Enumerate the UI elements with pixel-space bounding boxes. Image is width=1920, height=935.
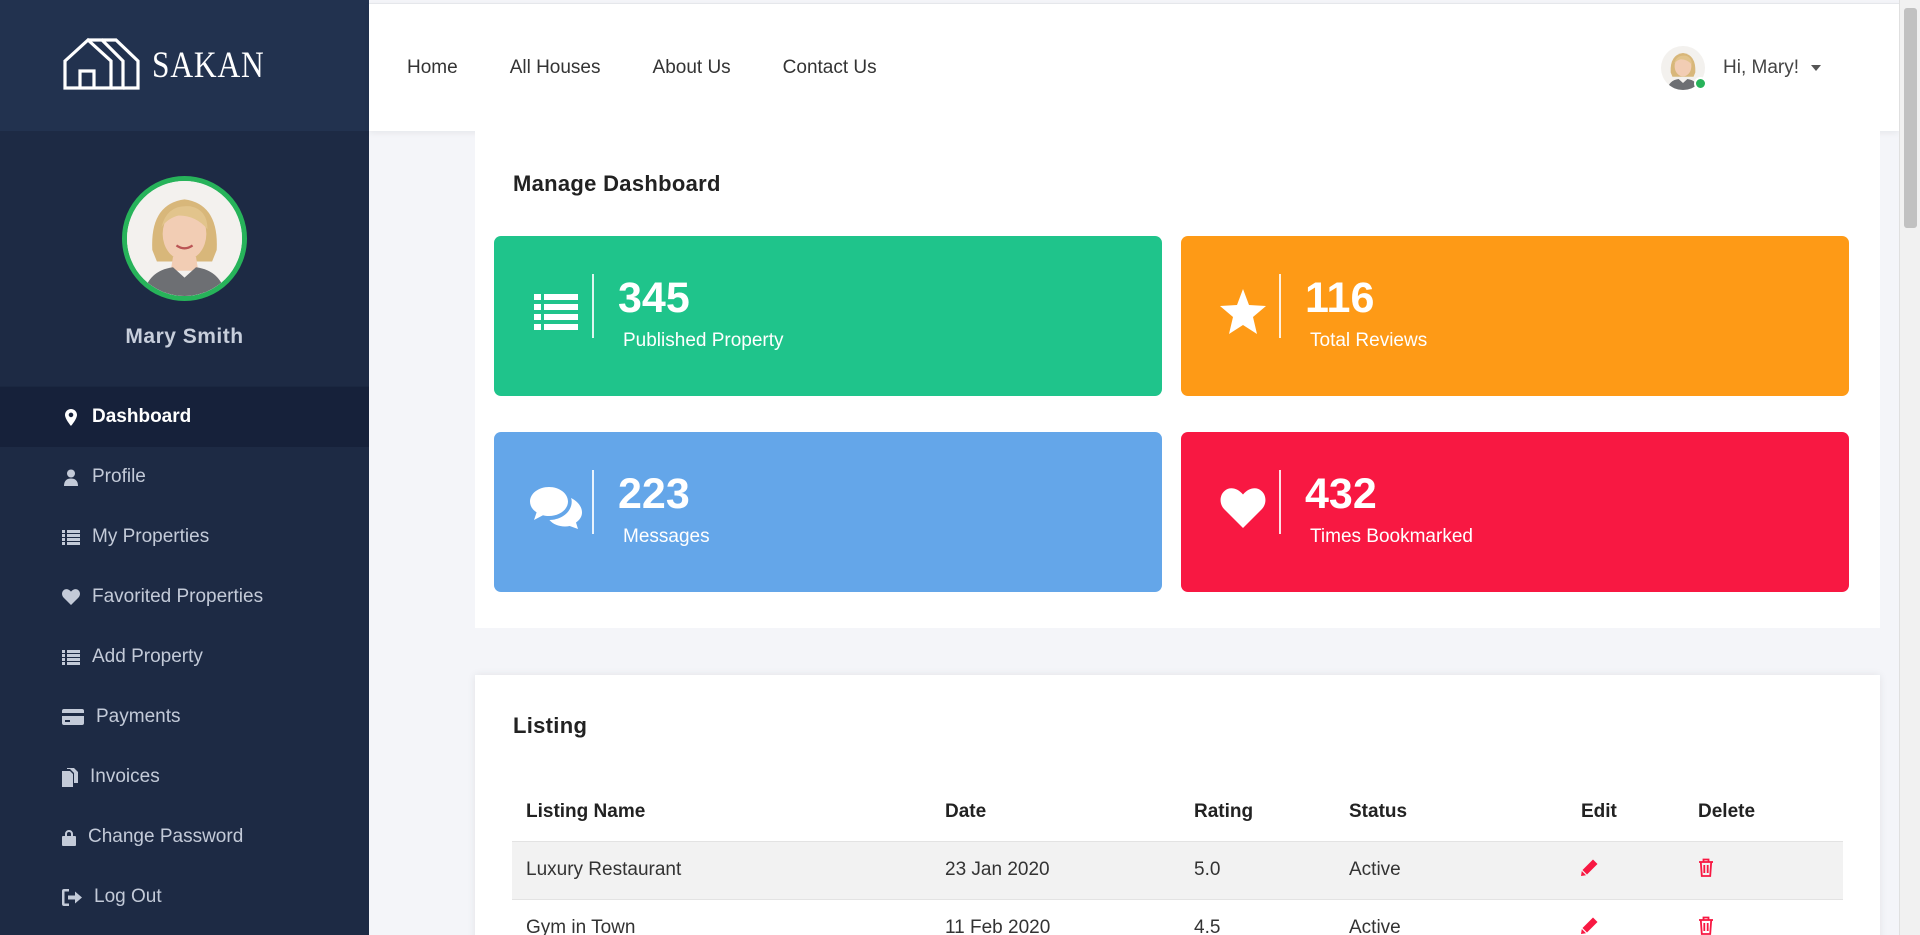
- sidebar: SAKAN Mary Smith Dashboard Profile My Pr…: [0, 0, 369, 935]
- sidebar-item-label: My Properties: [92, 526, 210, 547]
- listing-status: Active: [1335, 840, 1567, 900]
- sidebar-item-dashboard[interactable]: Dashboard: [0, 387, 369, 447]
- profile-card: Mary Smith: [0, 131, 369, 387]
- map-marker-icon: [62, 408, 80, 426]
- nav-link-home[interactable]: Home: [407, 57, 458, 79]
- user-greeting: Hi, Mary!: [1723, 57, 1799, 78]
- listing-rating: 5.0: [1180, 840, 1335, 900]
- listing-date: 11 Feb 2020: [945, 917, 1051, 935]
- sidebar-item-label: Profile: [92, 466, 146, 487]
- user-menu[interactable]: Hi, Mary!: [1661, 4, 1821, 132]
- table-row: Luxury Restaurant 23 Jan 2020 5.0 Active: [512, 840, 1843, 900]
- stat-card-published-property[interactable]: 345 Published Property: [494, 236, 1162, 396]
- table-row: Gym in Town 11 Feb 2020 4.5 Active: [512, 899, 1843, 935]
- brand-name: SAKAN: [152, 45, 265, 86]
- stat-divider: [592, 274, 594, 338]
- sidebar-item-favorited-properties[interactable]: Favorited Properties: [0, 567, 369, 627]
- listing-status: Active: [1349, 917, 1401, 935]
- nav-link-all-houses[interactable]: All Houses: [510, 57, 601, 79]
- trash-icon[interactable]: [1698, 858, 1714, 877]
- sign-out-icon: [62, 888, 82, 906]
- heart-icon: [1217, 482, 1269, 534]
- lock-icon: [62, 828, 76, 846]
- stat-value: 432: [1305, 470, 1377, 518]
- profile-name: Mary Smith: [125, 325, 244, 348]
- files-icon: [62, 767, 78, 787]
- column-header: Delete: [1698, 800, 1756, 822]
- sidebar-menu: Dashboard Profile My Properties Favorite…: [0, 387, 369, 927]
- credit-card-icon: [62, 708, 84, 726]
- stat-card-total-reviews[interactable]: 116 Total Reviews: [1181, 236, 1849, 396]
- column-header: Status: [1349, 800, 1408, 822]
- stat-label: Total Reviews: [1310, 330, 1428, 351]
- trash-icon[interactable]: [1698, 916, 1714, 935]
- sidebar-item-invoices[interactable]: Invoices: [0, 747, 369, 807]
- stat-value: 223: [618, 470, 690, 518]
- online-status-dot: [1694, 77, 1707, 90]
- sidebar-item-label: Change Password: [88, 826, 244, 847]
- pencil-icon[interactable]: [1581, 859, 1598, 876]
- column-header: Listing Name: [526, 800, 646, 822]
- stat-label: Published Property: [623, 330, 784, 351]
- list-icon: [62, 648, 80, 666]
- comments-icon: [530, 482, 582, 534]
- column-header: Date: [945, 800, 987, 822]
- listing-name: Luxury Restaurant: [512, 840, 931, 900]
- heart-icon: [62, 588, 80, 606]
- stat-label: Times Bookmarked: [1310, 526, 1473, 547]
- brand-logo[interactable]: SAKAN: [0, 0, 369, 131]
- sidebar-item-payments[interactable]: Payments: [0, 687, 369, 747]
- listing-date: 23 Jan 2020: [931, 840, 1180, 900]
- stat-card-messages[interactable]: 223 Messages: [494, 432, 1162, 592]
- avatar[interactable]: [122, 176, 247, 301]
- top-header: Home All Houses About Us Contact Us Hi, …: [369, 3, 1899, 131]
- sidebar-item-profile[interactable]: Profile: [0, 447, 369, 507]
- stat-value: 116: [1305, 274, 1375, 322]
- pencil-icon[interactable]: [1581, 917, 1598, 934]
- sidebar-item-label: Invoices: [90, 766, 160, 787]
- section-title: Listing: [513, 713, 588, 738]
- nav-link-about-us[interactable]: About Us: [653, 57, 731, 79]
- stat-value: 345: [618, 274, 690, 322]
- avatar[interactable]: [1661, 46, 1707, 90]
- listing-panel: Listing Listing Name Date Rating Status …: [475, 675, 1880, 935]
- sidebar-item-label: Payments: [96, 706, 181, 727]
- stat-card-times-bookmarked[interactable]: 432 Times Bookmarked: [1181, 432, 1849, 592]
- sidebar-item-log-out[interactable]: Log Out: [0, 867, 369, 927]
- listing-name: Gym in Town: [526, 917, 636, 935]
- stat-divider: [1279, 470, 1281, 534]
- sidebar-item-add-property[interactable]: Add Property: [0, 627, 369, 687]
- stat-label: Messages: [623, 526, 710, 547]
- sidebar-item-label: Favorited Properties: [92, 586, 264, 607]
- house-logo-icon: [62, 35, 142, 96]
- sidebar-item-change-password[interactable]: Change Password: [0, 807, 369, 867]
- column-header: Edit: [1581, 800, 1617, 822]
- scrollbar-thumb[interactable]: [1904, 8, 1917, 228]
- sidebar-item-label: Add Property: [92, 646, 203, 667]
- list-icon: [62, 528, 80, 546]
- page-title: Manage Dashboard: [513, 171, 721, 196]
- stat-divider: [1279, 274, 1281, 338]
- list-icon: [530, 286, 582, 338]
- table-header-row: Listing Name Date Rating Status Edit Del…: [512, 783, 1843, 841]
- chevron-down-icon[interactable]: [1811, 65, 1821, 71]
- dashboard-panel: Manage Dashboard 345 Published Property …: [475, 131, 1880, 628]
- sidebar-item-label: Log Out: [94, 886, 162, 907]
- user-icon: [62, 468, 80, 486]
- main-nav: Home All Houses About Us Contact Us: [407, 4, 929, 132]
- stat-divider: [592, 470, 594, 534]
- sidebar-item-label: Dashboard: [92, 406, 192, 427]
- sidebar-item-my-properties[interactable]: My Properties: [0, 507, 369, 567]
- listing-table: Listing Name Date Rating Status Edit Del…: [512, 783, 1843, 935]
- page-scrollbar[interactable]: [1899, 0, 1920, 935]
- column-header: Rating: [1194, 800, 1254, 822]
- listing-rating: 4.5: [1194, 917, 1221, 935]
- star-icon: [1217, 286, 1269, 338]
- nav-link-contact-us[interactable]: Contact Us: [783, 57, 877, 79]
